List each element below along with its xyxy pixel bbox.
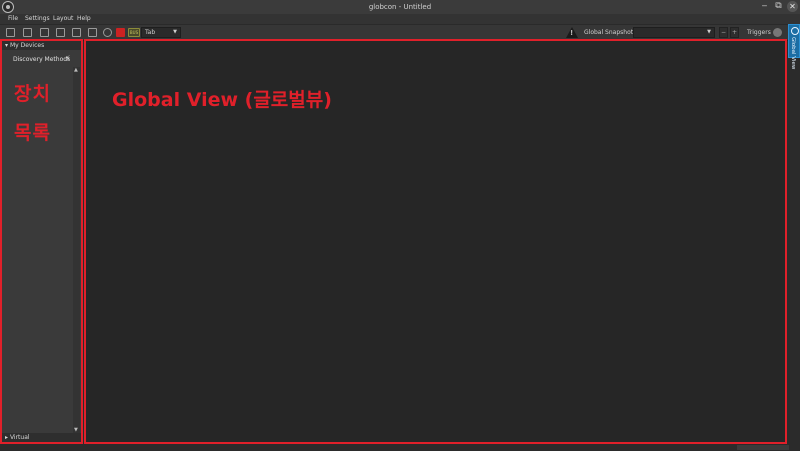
layout-dropdown[interactable]: Tab ▼ [141,27,181,38]
maximize-button[interactable]: ⧉ [773,1,784,12]
side-tab-label: Global View [790,37,796,70]
annotation-global-view: Global View (글로벌뷰) [112,89,332,111]
devices-panel: ▾ My Devices Discovery Methods ⚡ ▲ ▼ 장치 … [0,39,83,444]
snapshot-add-button[interactable]: + [730,27,739,38]
snapshot-remove-button[interactable]: − [719,27,728,38]
virtual-section-header[interactable]: ▸ Virtual [2,433,81,442]
plug-icon[interactable]: ⚡ [65,55,73,63]
global-view-side-tab[interactable]: Global View [788,24,800,69]
copy-window-icon[interactable] [23,28,32,37]
triggers-label: Triggers [747,29,771,36]
global-snapshots-label: Global Snapshots [584,29,637,36]
globe-icon [791,27,799,35]
my-devices-header[interactable]: ▾ My Devices [2,41,81,50]
expand-arrow-icon: ▾ [5,42,9,49]
warning-mark: ! [570,29,574,37]
device-list-scrollbar[interactable]: ▲ ▼ [73,67,80,433]
virtual-label: Virtual [9,434,30,441]
tools-icon[interactable] [56,28,65,37]
new-window-icon[interactable] [6,28,15,37]
layout-dropdown-value: Tab [145,29,156,36]
record-icon[interactable] [116,28,125,37]
triggers-status-icon[interactable] [773,28,782,37]
chevron-down-icon: ▼ [707,29,711,35]
scroll-up-icon[interactable]: ▲ [74,67,78,73]
menu-file[interactable]: File [8,14,18,24]
close-button[interactable]: ✕ [787,1,798,12]
chevron-down-icon: ▼ [173,29,177,35]
menu-help[interactable]: Help [77,14,91,24]
annotation-devices-line2: 목록 [14,122,51,144]
global-view-canvas[interactable]: Global View (글로벌뷰) [84,39,787,444]
menu-settings[interactable]: Settings [25,14,50,24]
collapse-arrow-icon: ▸ [5,434,9,441]
calculator-icon[interactable] [72,28,81,37]
title-bar: globcon - Untitled ‒ ⧉ ✕ [0,0,800,15]
menu-layout[interactable]: Layout [53,14,73,24]
my-devices-label: My Devices [9,42,45,49]
menu-bar: File Settings Layout Help [0,14,800,24]
status-bar [0,444,800,451]
annotation-devices-line1: 장치 [14,83,51,105]
globe-icon[interactable] [103,28,112,37]
status-indicator [737,445,789,450]
lock-icon[interactable] [88,28,97,37]
window-title: globcon - Untitled [368,3,432,11]
snapshot-select[interactable]: ▼ [633,27,715,38]
discovery-methods-label[interactable]: Discovery Methods [13,55,70,64]
minimize-button[interactable]: ‒ [759,1,770,12]
grid-layout-icon[interactable] [40,28,49,37]
bus-button[interactable]: BUS [128,28,140,37]
